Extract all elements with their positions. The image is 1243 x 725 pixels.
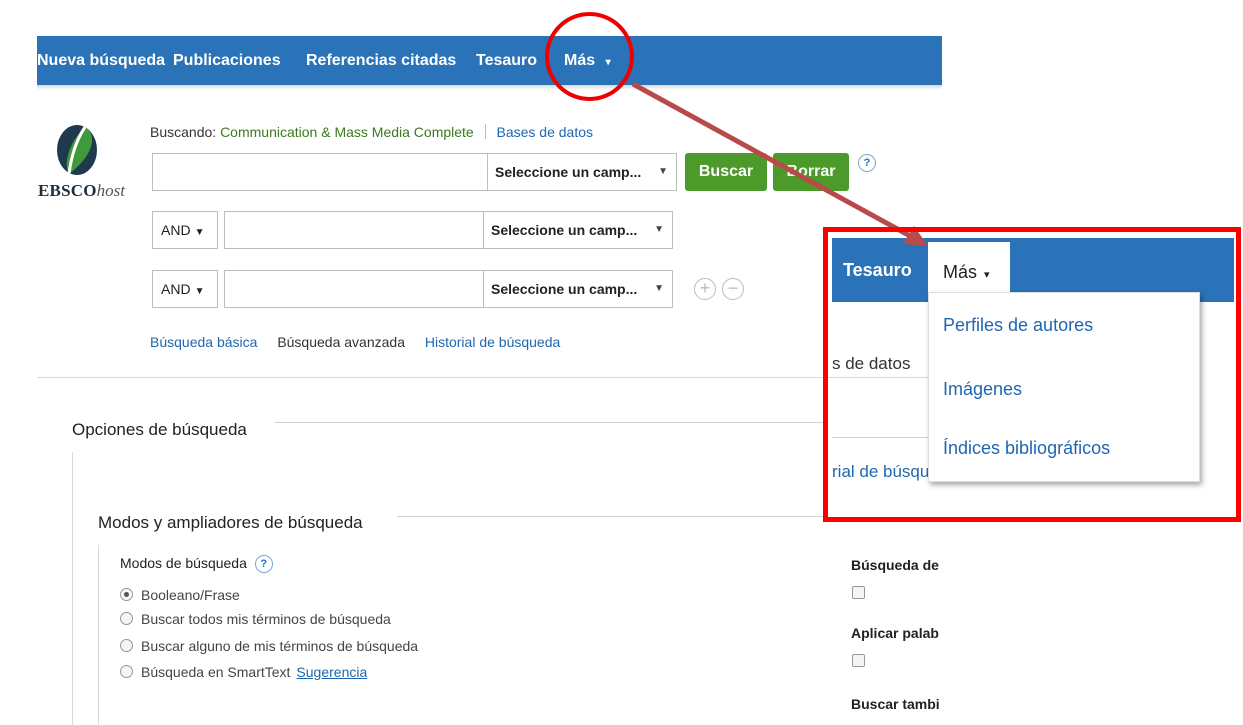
checkbox[interactable] — [852, 654, 865, 667]
annotation-box — [823, 227, 1241, 522]
clear-button[interactable]: Borrar — [773, 153, 849, 191]
chevron-down-icon: ▼ — [194, 286, 205, 297]
mode-option-boolean[interactable]: Booleano/Frase — [120, 586, 240, 604]
searching-line: Buscando: Communication & Mass Media Com… — [150, 124, 593, 140]
remove-row-icon[interactable]: − — [722, 278, 744, 300]
nav-publications[interactable]: Publicaciones — [173, 36, 281, 85]
mode-option-smarttext[interactable]: Búsqueda en SmartText Sugerencia — [120, 663, 367, 681]
nav-new-search[interactable]: Nueva búsqueda — [37, 36, 165, 85]
mode-option-all-terms[interactable]: Buscar todos mis términos de búsqueda — [120, 610, 391, 628]
nav-thesaurus[interactable]: Tesauro — [476, 36, 537, 85]
databases-link[interactable]: Bases de datos — [497, 124, 594, 140]
search-input-1[interactable] — [152, 153, 488, 191]
help-icon[interactable]: ? — [254, 555, 273, 573]
search-button[interactable]: Buscar — [685, 153, 767, 191]
searching-label: Buscando: — [150, 124, 217, 140]
right-option-label-3: Buscar tambi — [851, 696, 940, 712]
suggestion-link[interactable]: Sugerencia — [296, 664, 367, 680]
radio[interactable] — [120, 612, 133, 625]
divider — [397, 516, 827, 517]
radio-selected[interactable] — [120, 588, 133, 601]
add-row-icon[interactable]: + — [694, 278, 716, 300]
chevron-down-icon: ▼ — [654, 283, 664, 294]
chevron-down-icon: ▼ — [658, 166, 668, 177]
database-name: Communication & Mass Media Complete — [220, 124, 474, 140]
search-input-3[interactable] — [224, 270, 484, 308]
divider — [98, 545, 99, 725]
chevron-down-icon: ▼ — [654, 224, 664, 235]
nav-cited-references[interactable]: Referencias citadas — [306, 36, 456, 85]
help-icon[interactable]: ? — [858, 154, 876, 172]
search-mode-links: Búsqueda básica Búsqueda avanzada Histor… — [150, 334, 576, 350]
search-options-title: Opciones de búsqueda — [72, 420, 247, 439]
annotation-circle — [545, 12, 634, 101]
field-select-2[interactable]: Seleccione un camp... ▼ — [483, 211, 673, 249]
search-input-2[interactable] — [224, 211, 484, 249]
top-nav-bar: Nueva búsqueda Publicaciones Referencias… — [37, 36, 942, 85]
modes-section-title: Modos y ampliadores de búsqueda — [98, 513, 363, 532]
field-select-1[interactable]: Seleccione un camp... ▼ — [487, 153, 677, 191]
radio[interactable] — [120, 639, 133, 652]
right-option-label-2: Aplicar palab — [851, 625, 939, 641]
search-history-link[interactable]: Historial de búsqueda — [425, 334, 560, 350]
divider — [37, 377, 942, 378]
checkbox[interactable] — [852, 586, 865, 599]
radio[interactable] — [120, 665, 133, 678]
chevron-down-icon: ▼ — [194, 227, 205, 238]
operator-select-3[interactable]: AND ▼ — [152, 270, 218, 308]
right-option-label-1: Búsqueda de — [851, 557, 939, 573]
mode-option-any-terms[interactable]: Buscar alguno de mis términos de búsqued… — [120, 637, 418, 655]
basic-search-link[interactable]: Búsqueda básica — [150, 334, 257, 350]
divider — [275, 422, 825, 423]
advanced-search-label: Búsqueda avanzada — [277, 334, 405, 350]
ebsco-logo-icon — [57, 125, 97, 175]
field-select-3[interactable]: Seleccione un camp... ▼ — [483, 270, 673, 308]
operator-select-2[interactable]: AND ▼ — [152, 211, 218, 249]
nav-shadow — [37, 85, 942, 90]
modes-label: Modos de búsqueda ? — [120, 555, 273, 574]
divider — [484, 124, 486, 139]
logo-wordmark: EBSCOhost — [38, 181, 125, 200]
divider — [72, 452, 73, 725]
